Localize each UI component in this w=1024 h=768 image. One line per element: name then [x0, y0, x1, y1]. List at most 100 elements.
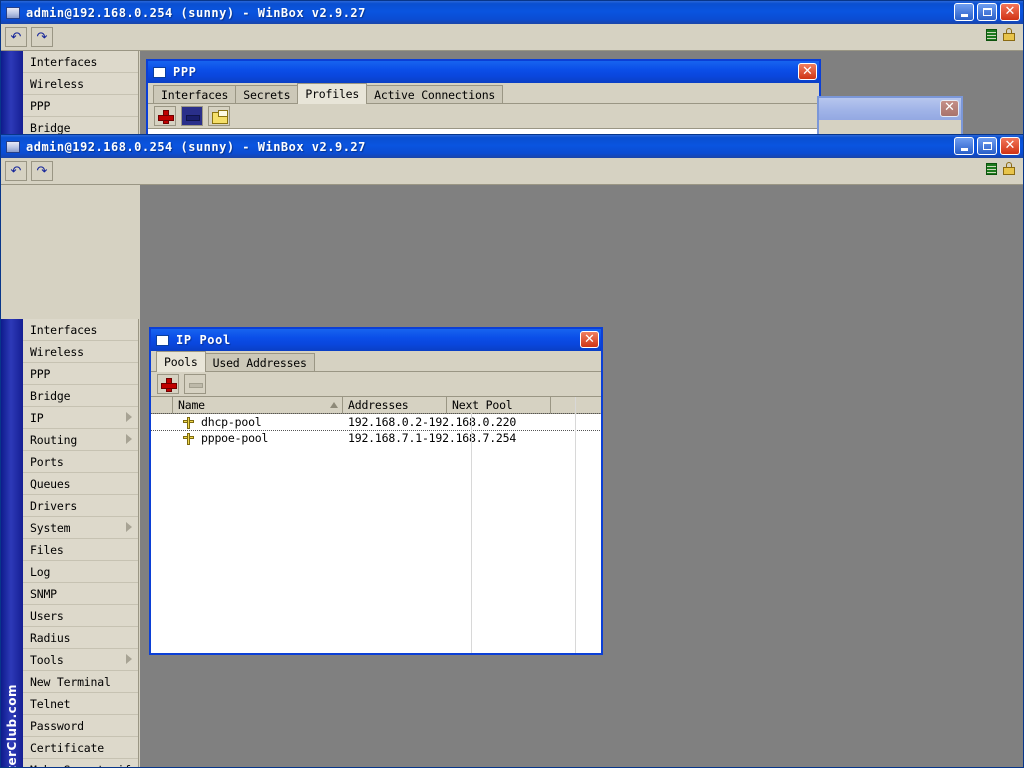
tab-pools[interactable]: Pools	[156, 351, 206, 372]
undo-icon: ↶	[10, 163, 22, 179]
ppp-window[interactable]: PPP ✕ Interfaces Secrets Profiles Active Co…	[146, 59, 821, 139]
sidebar-item-telnet[interactable]: Telnet	[23, 693, 138, 715]
tab-active-connections[interactable]: Active Connections	[366, 85, 504, 103]
sidebar-item-log[interactable]: Log	[23, 561, 138, 583]
remove-button[interactable]	[181, 106, 203, 126]
sidebar-item-label: Password	[30, 718, 84, 733]
app-toolbar[interactable]: ↶ ↷	[1, 24, 1023, 51]
ppp-item-toolbar[interactable]	[148, 104, 819, 129]
sidebar-item-new-terminal[interactable]: New Terminal	[23, 671, 138, 693]
ip-pool-close-button[interactable]: ✕	[580, 331, 599, 348]
sidebar-background[interactable]: Interfaces Wireless PPP Bridge	[1, 51, 139, 139]
sidebar-item-ports[interactable]: Ports	[23, 451, 138, 473]
background-window-titlebar[interactable]: ✕	[819, 98, 961, 120]
toolbar-status-icons	[986, 28, 1015, 41]
ip-pool-table-body[interactable]: dhcp-pool 192.168.0.2-192.168.0.220 pppoe-…	[151, 413, 601, 446]
window-titlebar-active[interactable]: admin@192.168.0.254 (sunny) - WinBox v2.…	[1, 135, 1023, 158]
sidebar-item-drivers[interactable]: Drivers	[23, 495, 138, 517]
sidebar-item-ip[interactable]: IP	[23, 407, 138, 429]
sidebar-item-label: Users	[30, 608, 64, 623]
app-toolbar-active[interactable]: ↶ ↷	[1, 158, 1023, 185]
sidebar-item-make-supout-rif[interactable]: Make Supout.rif	[23, 759, 138, 768]
ip-pool-table-header[interactable]: Name Addresses Next Pool	[151, 397, 601, 414]
ip-pool-window[interactable]: IP Pool ✕ Pools Used Addresses Name Addres…	[149, 327, 603, 655]
minimize-button[interactable]	[954, 137, 974, 155]
sidebar-item-tools[interactable]: Tools	[23, 649, 138, 671]
table-row[interactable]: pppoe-pool 192.168.7.1-192.168.7.254	[151, 430, 601, 446]
sidebar-item-interfaces[interactable]: Interfaces	[23, 51, 138, 73]
app-icon	[6, 6, 20, 19]
ppp-titlebar[interactable]: PPP ✕	[148, 61, 819, 83]
sidebar-item-label: Log	[30, 564, 51, 579]
sidebar-menu-active[interactable]: Interfaces Wireless PPP Bridge IP Routing Port…	[23, 319, 139, 768]
sidebar-active[interactable]: WinBox www.RouterClub.com Interfaces Wire…	[1, 319, 139, 768]
sidebar-item-routing[interactable]: Routing	[23, 429, 138, 451]
window-icon	[153, 66, 166, 78]
window-titlebar[interactable]: admin@192.168.0.254 (sunny) - WinBox v2.…	[1, 1, 1023, 24]
ppp-close-button[interactable]: ✕	[798, 63, 817, 80]
add-button[interactable]	[154, 106, 176, 126]
sidebar-item-users[interactable]: Users	[23, 605, 138, 627]
tab-profiles[interactable]: Profiles	[297, 83, 368, 104]
sidebar-item-ppp[interactable]: PPP	[23, 95, 138, 117]
redo-icon: ↷	[36, 29, 48, 45]
close-button[interactable]: ✕	[1000, 3, 1020, 21]
tab-used-addresses[interactable]: Used Addresses	[204, 353, 315, 371]
undo-button[interactable]: ↶	[5, 161, 27, 181]
sidebar-item-label: Make Supout.rif	[30, 763, 131, 768]
sidebar-item-files[interactable]: Files	[23, 539, 138, 561]
redo-button[interactable]: ↷	[31, 27, 53, 47]
sidebar-item-ppp[interactable]: PPP	[23, 363, 138, 385]
window-controls[interactable]: ✕	[954, 3, 1020, 21]
ip-pool-list-area[interactable]: Name Addresses Next Pool dhcp-pool 192.168.…	[151, 397, 601, 653]
cell-addresses: 192.168.0.2-192.168.0.220	[348, 415, 517, 429]
sidebar-item-label: Wireless	[30, 76, 84, 91]
background-window-close-button[interactable]: ✕	[940, 100, 959, 117]
sidebar-item-queues[interactable]: Queues	[23, 473, 138, 495]
toolbar-status-icons	[986, 162, 1015, 175]
copy-button[interactable]	[208, 106, 230, 126]
sidebar-item-label: System	[30, 520, 71, 535]
window-controls-active[interactable]: ✕	[954, 137, 1020, 155]
sidebar-item-system[interactable]: System	[23, 517, 138, 539]
sidebar-item-bridge[interactable]: Bridge	[23, 385, 138, 407]
winbox-window-active[interactable]: admin@192.168.0.254 (sunny) - WinBox v2.…	[0, 134, 1024, 768]
ip-pool-item-toolbar[interactable]	[151, 372, 601, 397]
sidebar-item-label: Routing	[30, 432, 78, 447]
minimize-button[interactable]	[954, 3, 974, 21]
close-button[interactable]: ✕	[1000, 137, 1020, 155]
sidebar-item-snmp[interactable]: SNMP	[23, 583, 138, 605]
ppp-window-title: PPP	[173, 65, 197, 79]
sidebar-item-radius[interactable]: Radius	[23, 627, 138, 649]
redo-icon: ↷	[36, 163, 48, 179]
restore-button[interactable]	[977, 137, 997, 155]
winbox-window-background[interactable]: admin@192.168.0.254 (sunny) - WinBox v2.…	[0, 0, 1024, 140]
submenu-arrow-icon	[126, 434, 132, 444]
sidebar-item-interfaces[interactable]: Interfaces	[23, 319, 138, 341]
secure-lock-icon	[1003, 162, 1015, 175]
add-button[interactable]	[157, 374, 179, 394]
sidebar-item-password[interactable]: Password	[23, 715, 138, 737]
table-row[interactable]: dhcp-pool 192.168.0.2-192.168.0.220	[151, 413, 601, 431]
undo-button[interactable]: ↶	[5, 27, 27, 47]
column-header-next-pool[interactable]: Next Pool	[447, 397, 551, 413]
restore-button[interactable]	[977, 3, 997, 21]
sidebar-item-label: Ports	[30, 454, 64, 469]
tab-interfaces[interactable]: Interfaces	[153, 85, 237, 103]
remove-button[interactable]	[184, 374, 206, 394]
sidebar-item-wireless[interactable]: Wireless	[23, 73, 138, 95]
ip-pool-titlebar[interactable]: IP Pool ✕	[151, 329, 601, 351]
ip-pool-tabstrip[interactable]: Pools Used Addresses	[151, 351, 601, 372]
column-header-addresses[interactable]: Addresses	[343, 397, 447, 413]
sidebar-item-wireless[interactable]: Wireless	[23, 341, 138, 363]
sidebar-menu[interactable]: Interfaces Wireless PPP Bridge	[23, 51, 139, 139]
sidebar-item-label: Certificate	[30, 740, 104, 755]
close-icon: ✕	[944, 100, 955, 115]
redo-button[interactable]: ↷	[31, 161, 53, 181]
ppp-tabstrip[interactable]: Interfaces Secrets Profiles Active Connecti…	[148, 83, 819, 104]
column-header-label: Next Pool	[452, 398, 513, 412]
column-header-name[interactable]: Name	[173, 397, 343, 413]
close-icon: ✕	[1004, 137, 1016, 153]
tab-secrets[interactable]: Secrets	[235, 85, 299, 103]
sidebar-item-certificate[interactable]: Certificate	[23, 737, 138, 759]
